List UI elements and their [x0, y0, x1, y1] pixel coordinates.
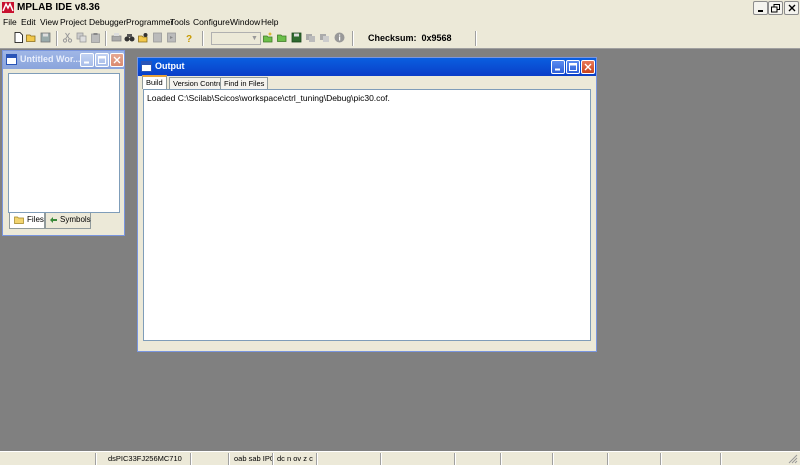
- workspace-title: Untitled Wor...: [20, 54, 81, 64]
- tab-symbols-label: Symbols: [60, 215, 91, 224]
- output-line: Loaded C:\Scilab\Scicos\workspace\ctrl_t…: [147, 93, 390, 103]
- toolbar-separator: [475, 31, 477, 46]
- maximize-icon: [98, 56, 106, 64]
- status-divider: [660, 453, 662, 465]
- workspace-window: Untitled Wor... Files Symbols: [2, 50, 125, 236]
- output-window: Output Build Version Control Find in Fil…: [137, 57, 597, 352]
- menu-programmer[interactable]: Programmer: [126, 16, 173, 28]
- open-project-icon[interactable]: [277, 32, 288, 43]
- status-flags-2: dc n ov z c: [277, 454, 313, 463]
- restore-icon: [771, 3, 780, 12]
- workspace-minimize-button[interactable]: [80, 53, 94, 67]
- status-flags-1: oab sab IP0: [234, 454, 275, 463]
- print-icon[interactable]: [111, 32, 122, 43]
- menu-project[interactable]: Project: [60, 16, 86, 28]
- status-divider: [607, 453, 609, 465]
- new-file-icon[interactable]: [13, 32, 24, 43]
- minimize-button[interactable]: [753, 1, 768, 15]
- menu-edit[interactable]: Edit: [21, 16, 36, 28]
- maximize-icon: [569, 63, 577, 71]
- toolbar: ? ▼ Checksum: 0x9568: [0, 28, 800, 49]
- paste-icon[interactable]: [90, 32, 101, 43]
- output-title-bar[interactable]: Output: [138, 58, 596, 76]
- checksum-readout: Checksum: 0x9568: [368, 33, 452, 43]
- status-divider: [454, 453, 456, 465]
- save-project-icon[interactable]: [291, 32, 302, 43]
- next-bookmark-icon[interactable]: [166, 32, 177, 43]
- build-icon[interactable]: [305, 32, 316, 43]
- find-icon[interactable]: [124, 32, 135, 43]
- close-icon: [584, 63, 592, 71]
- open-folder-icon[interactable]: [26, 32, 37, 43]
- close-icon: [788, 4, 795, 12]
- workspace-close-button[interactable]: [110, 53, 124, 67]
- info-icon[interactable]: [334, 32, 345, 43]
- output-minimize-button[interactable]: [551, 60, 565, 74]
- tab-files-label: Files: [27, 215, 44, 224]
- workspace-title-bar[interactable]: Untitled Wor...: [3, 51, 124, 69]
- menu-view[interactable]: View: [40, 16, 58, 28]
- app-title: MPLAB IDE v8.36: [17, 2, 100, 13]
- find-in-files-icon[interactable]: [138, 32, 149, 43]
- checksum-label: Checksum:: [368, 33, 417, 43]
- tab-find-in-files[interactable]: Find in Files: [220, 77, 269, 89]
- window-icon: [6, 54, 17, 65]
- status-divider: [552, 453, 554, 465]
- tab-symbols[interactable]: Symbols: [45, 213, 91, 229]
- menu-file[interactable]: File: [3, 16, 17, 28]
- build-config-select[interactable]: ▼: [211, 32, 261, 45]
- status-divider: [228, 453, 230, 465]
- save-icon[interactable]: [40, 32, 51, 43]
- status-divider: [500, 453, 502, 465]
- output-text-area[interactable]: Loaded C:\Scilab\Scicos\workspace\ctrl_t…: [143, 89, 591, 341]
- cut-icon[interactable]: [62, 32, 73, 43]
- window-icon: [141, 61, 152, 72]
- close-icon: [113, 56, 121, 64]
- svg-text:?: ?: [186, 34, 192, 43]
- bookmark-icon[interactable]: [152, 32, 163, 43]
- toolbar-separator: [56, 31, 58, 46]
- menu-tools[interactable]: Tools: [170, 16, 190, 28]
- menu-window[interactable]: Window: [230, 16, 260, 28]
- symbols-icon: [50, 217, 57, 223]
- output-title: Output: [155, 61, 185, 71]
- tab-files[interactable]: Files: [9, 213, 45, 229]
- status-divider: [190, 453, 192, 465]
- minimize-icon: [84, 61, 89, 64]
- menu-help[interactable]: Help: [261, 16, 278, 28]
- toolbar-separator: [202, 31, 204, 46]
- close-button[interactable]: [784, 1, 799, 15]
- minimize-icon: [555, 68, 560, 71]
- status-divider: [95, 453, 97, 465]
- toolbar-separator: [105, 31, 107, 46]
- status-divider: [380, 453, 382, 465]
- restore-button[interactable]: [768, 1, 783, 15]
- menu-bar: File Edit View Project Debugger Programm…: [0, 16, 800, 28]
- resize-grip-icon[interactable]: [788, 454, 798, 464]
- new-project-icon[interactable]: [263, 32, 274, 43]
- toolbar-separator: [352, 31, 354, 46]
- minimize-icon: [757, 10, 763, 12]
- workspace-tree[interactable]: [8, 73, 120, 213]
- status-divider: [316, 453, 318, 465]
- help-icon[interactable]: ?: [184, 32, 195, 43]
- status-bar: dsPIC33FJ256MC710 oab sab IP0 dc n ov z …: [0, 451, 800, 465]
- mplab-logo-icon: [2, 2, 14, 13]
- copy-icon[interactable]: [76, 32, 87, 43]
- checksum-value: 0x9568: [421, 33, 452, 43]
- chevron-down-icon: ▼: [251, 35, 258, 42]
- status-device: dsPIC33FJ256MC710: [108, 454, 182, 463]
- status-divider: [720, 453, 722, 465]
- output-close-button[interactable]: [581, 60, 595, 74]
- main-title-bar: MPLAB IDE v8.36: [0, 0, 800, 16]
- tab-build[interactable]: Build: [142, 75, 167, 89]
- folder-icon: [14, 216, 24, 224]
- workspace-maximize-button[interactable]: [95, 53, 109, 67]
- rebuild-icon[interactable]: [319, 32, 330, 43]
- status-divider: [272, 453, 274, 465]
- menu-debugger[interactable]: Debugger: [89, 16, 126, 28]
- menu-configure[interactable]: Configure: [193, 16, 230, 28]
- output-maximize-button[interactable]: [566, 60, 580, 74]
